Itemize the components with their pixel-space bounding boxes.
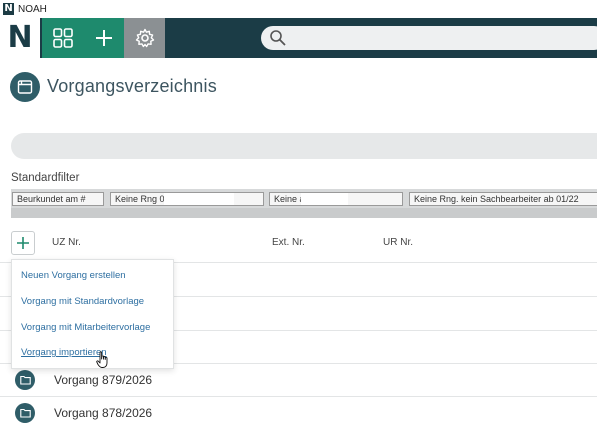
global-search-input[interactable] [261, 26, 597, 50]
column-header-ur-nr[interactable]: UR Nr. [383, 237, 413, 248]
menu-item-standard-template[interactable]: Vorgang mit Standardvorlage [21, 296, 144, 307]
apps-grid-button[interactable] [42, 18, 83, 58]
page-title: Vorgangsverzeichnis [47, 76, 217, 96]
filter-strip-scrollbar[interactable] [11, 208, 597, 218]
hand-cursor-icon [96, 351, 108, 368]
add-vorgang-button[interactable] [11, 231, 35, 255]
top-navigation: N [0, 18, 597, 58]
column-header-ext-nr[interactable]: Ext. Nr. [272, 237, 305, 248]
brand-logo[interactable]: N [0, 18, 40, 58]
redaction-block [164, 193, 234, 205]
vorgang-label: Vorgang 878/2026 [54, 406, 153, 420]
brand-letter: N [7, 20, 33, 55]
apps-grid-icon [52, 28, 73, 48]
window-titlebar: N NOAH [0, 0, 597, 18]
menu-item-employee-template[interactable]: Vorgang mit Mitarbeitervorlage [21, 322, 150, 333]
standard-filter-label: Standardfilter [11, 172, 80, 184]
list-search-input[interactable] [11, 133, 597, 159]
app-logo-icon: N [3, 3, 14, 15]
gear-icon [135, 28, 154, 48]
search-icon [270, 30, 286, 46]
filter-chip[interactable]: Beurkundet am # [12, 192, 104, 206]
plus-icon [17, 237, 29, 249]
add-vorgang-menu: Neuen Vorgang erstellen Vorgang mit Stan… [11, 259, 174, 369]
redaction-block [301, 193, 348, 205]
folder-icon [15, 370, 35, 390]
menu-item-import-vorgang[interactable]: Vorgang importieren [21, 347, 107, 358]
table-row[interactable]: Vorgang 879/2026 [0, 365, 597, 395]
vorgang-label: Vorgang 879/2026 [54, 373, 153, 387]
menu-item-new-vorgang[interactable]: Neuen Vorgang erstellen [21, 270, 126, 281]
filter-chip[interactable]: Keine Rng. kein Sachbearbeiter ab 01/22 [409, 192, 597, 206]
plus-icon [95, 30, 112, 46]
folder-icon [15, 403, 35, 423]
settings-button[interactable] [124, 18, 165, 58]
row-divider [0, 396, 597, 397]
window-title: NOAH [18, 3, 47, 15]
column-header-uz-nr[interactable]: UZ Nr. [52, 237, 81, 248]
new-item-button[interactable] [83, 18, 124, 58]
table-row[interactable]: Vorgang 878/2026 [0, 398, 597, 428]
register-icon [10, 72, 40, 102]
